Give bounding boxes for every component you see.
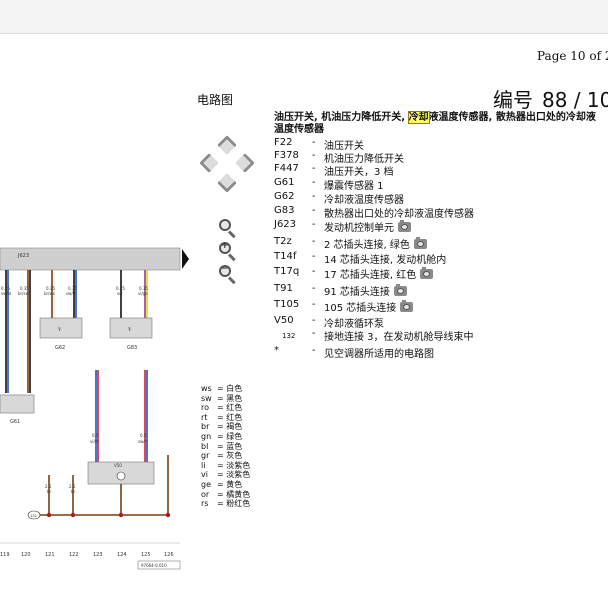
doc-title: 电路图 [197,93,234,107]
column-number: 120 [21,552,31,558]
color-key-row: sw = 黑色 [201,393,243,403]
legend-code: J623 [274,219,297,230]
zoom-out-icon[interactable]: − [219,264,237,285]
legend-desc: 接地连接 3，在发动机舱导线束中 [324,332,474,343]
color-key-row: rs = 粉红色 [201,499,251,509]
legend-code: G62 [274,191,295,202]
component-g83: G83 [127,345,137,351]
photo-icon[interactable] [420,267,434,279]
sensor-g61-block [0,394,35,414]
pump-wire-gauge: 0.5 [140,433,147,438]
svg-text:Y: Y [57,327,62,333]
legend-code: F378 [274,150,299,161]
ecu-label: J623 [17,253,29,259]
color-key-row: li = 淡紫色 [201,460,251,470]
color-key-row: br = 褐色 [201,422,243,432]
doc-number-label: 编号 [493,88,533,112]
svg-text:Y: Y [127,327,132,333]
pump-wire-color: sw/rt [138,439,148,444]
pan-navigation-pad [198,135,258,196]
doc-number: 编号 88 / 10 [493,84,608,113]
component-g62: G62 [55,345,65,351]
color-key-row: rt = 红色 [201,412,243,422]
photo-icon[interactable] [398,220,411,232]
legend-desc: 2 芯插头连接, 绿色 [324,236,427,251]
ground-wire-color: br [47,489,52,494]
column-number: 125 [141,552,151,558]
pan-down-icon[interactable] [217,173,237,193]
column-number: 119 [0,552,10,558]
ground-wire-color: br [71,489,76,494]
column-number: 126 [164,552,174,558]
color-key-row: bl = 蓝色 [201,441,243,451]
column-number: 123 [93,552,103,558]
legend-desc: 91 芯插头连接 [324,283,407,298]
legend-desc: 散热器出口处的冷却液温度传感器 [324,209,474,220]
diagram-footer-code: 97664-0.010 [141,563,167,568]
wire-color-label: vi/ge [138,291,148,296]
pan-up-icon[interactable] [217,135,237,155]
wire-color-label: sw [117,291,123,296]
ecu-block [0,247,181,271]
color-key-row: ws = 白色 [201,384,243,393]
legend-desc: 17 芯插头连接, 红色 [324,266,434,281]
heading-text-before: 油压开关, 机油压力降低开关, [274,112,409,123]
diagram-heading: 油压开关, 机油压力降低开关, 冷却液温度传感器, 散热器出口处的冷却液温度传感… [274,111,604,136]
legend-code: G61 [274,177,295,188]
photo-icon[interactable] [393,284,407,296]
legend-desc: 105 芯插头连接 [324,299,414,314]
legend-code: T105 [274,299,300,310]
component-v50: V50 [114,463,122,468]
color-key-row: ro = 红色 [201,403,243,413]
legend-code: F447 [274,163,299,174]
legend-code: T17q [274,266,300,277]
color-key-row: or = 橘黄色 [201,489,251,499]
legend-code: 132 [282,332,296,340]
pan-left-icon[interactable] [199,153,219,173]
continue-arrow-icon [182,249,189,269]
legend-desc: 冷却液温度传感器 [324,195,404,206]
wire-color-label: br/ws [44,291,55,296]
color-key-row: ge = 黄色 [201,479,243,489]
legend-code: T91 [274,283,293,294]
legend-desc: 油压开关，3 档 [324,167,394,178]
component-g61: G61 [10,419,20,425]
color-key-row: gr = 灰色 [201,451,243,461]
doc-number-value: 88 / 10 [542,88,608,112]
color-key-row: vi = 淡紫色 [201,470,251,480]
color-key-row: gn = 绿色 [201,431,243,441]
pump-wire-gauge: 0.5 [92,433,99,438]
wiring-diagram: J623 0.35 sw/bl 0.35 br/sw 0.35 br/ws 0.… [0,247,189,570]
zoom-in-icon[interactable]: + [219,241,237,262]
legend-code: F22 [274,137,293,148]
legend-code: G83 [274,205,295,216]
legend-code: T2z [274,236,292,247]
legend-desc: 发动机控制单元 [324,219,411,234]
legend-desc: 爆震传感器 1 [324,181,384,192]
wire-color-label: br/sw [18,291,30,296]
column-number: 121 [45,552,55,558]
search-highlight: 冷却 [407,111,430,124]
photo-icon[interactable] [400,300,414,312]
wire-color-key: ws = 白色 sw = 黑色 ro = 红色 rt = 红色 br = 褐色 gn = 绿… [201,384,250,509]
legend-code: * [274,345,279,356]
column-number: 124 [117,552,127,558]
column-number: 122 [69,552,79,558]
wire-color-label: sw/bl [66,291,76,296]
viewer-toolbar [0,0,608,34]
legend-desc: 见空调器所适用的电路图 [324,349,434,360]
ground-label: 132 [30,514,37,518]
legend-desc: 14 芯插头连接, 发动机舱内 [324,255,447,266]
legend-code: T14f [274,251,297,262]
zoom-fit-icon[interactable] [219,219,237,239]
wire-color-label: sw/bl [1,291,11,296]
photo-icon[interactable] [413,237,427,249]
legend-code: V50 [274,315,294,326]
pan-right-icon[interactable] [235,153,255,173]
page-indicator: Page 10 of 24 [537,49,608,63]
pump-wire-color: vi/rt [90,439,98,444]
